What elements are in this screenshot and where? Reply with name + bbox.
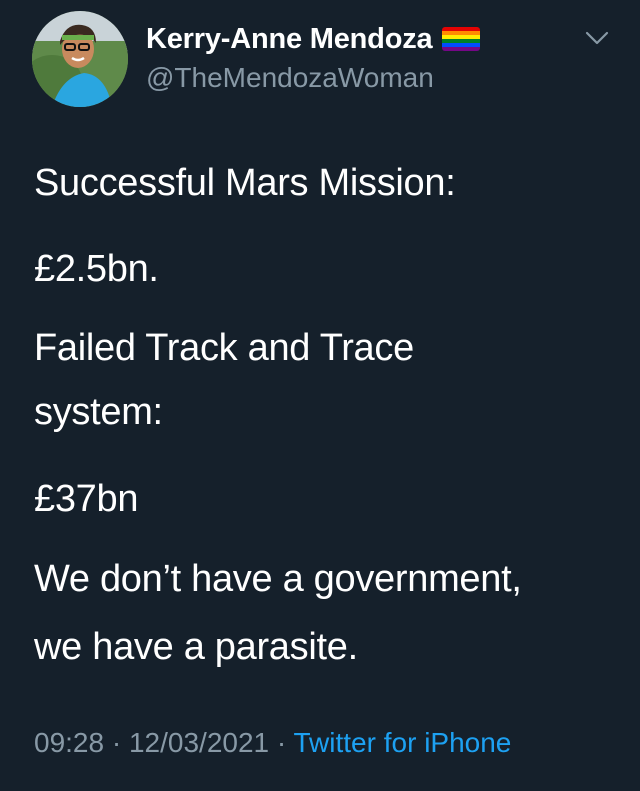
tweet-text-line: Failed Track and Trace (34, 327, 414, 369)
tweet-time[interactable]: 09:28 (34, 727, 104, 758)
author-display-name[interactable]: Kerry-Anne Mendoza (146, 23, 433, 56)
tweet-text-line: system: (34, 391, 163, 433)
meta-separator: · (276, 727, 287, 758)
tweet-text-line: Successful Mars Mission: (34, 162, 456, 204)
tweet-meta: 09:28 · 12/03/2021 · Twitter for iPhone (34, 723, 511, 763)
avatar[interactable] (32, 11, 128, 107)
tweet-date[interactable]: 12/03/2021 (129, 727, 269, 758)
tweet-text-line: We don’t have a government, (34, 558, 522, 600)
meta-separator: · (111, 727, 122, 758)
tweet-card: Kerry-Anne Mendoza @TheMendozaWoman Succ… (0, 0, 640, 791)
rainbow-flag-icon (442, 27, 481, 51)
author-name-row: Kerry-Anne Mendoza (146, 20, 481, 58)
tweet-text-line: £2.5bn. (34, 248, 159, 290)
tweet-text-line: we have a parasite. (34, 626, 358, 668)
tweet-source-link[interactable]: Twitter for iPhone (294, 727, 512, 758)
chevron-down-icon[interactable] (583, 28, 611, 48)
avatar-photo (32, 11, 128, 107)
author-handle[interactable]: @TheMendozaWoman (146, 62, 434, 94)
tweet-text-line: £37bn (34, 478, 139, 520)
